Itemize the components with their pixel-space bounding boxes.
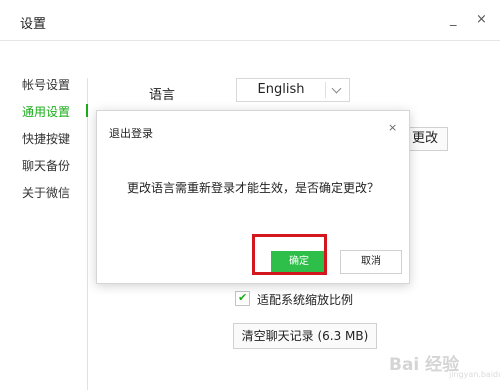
active-indicator [86,104,88,117]
scale-checkbox-label: 适配系统缩放比例 [257,293,354,307]
window-title: 设置 [20,17,47,32]
chevron-down-icon [331,83,342,94]
close-button[interactable]: × [476,12,487,27]
dialog-title: 退出登录 [109,127,153,140]
clear-history-button[interactable]: 清空聊天记录 (6.3 MB) [233,323,377,349]
cancel-button[interactable]: 取消 [340,250,402,274]
settings-window: 设置 _ × 帐号设置 通用设置 快捷按键 聊天备份 关于微信 语言 Engli… [0,0,500,390]
sidebar-item-general[interactable]: 通用设置 [22,103,70,120]
checkmark-icon: ✔ [238,291,248,304]
sidebar-item-account[interactable]: 帐号设置 [22,76,70,93]
language-value: English [257,82,305,97]
logout-dialog: 退出登录 × 更改语言需重新登录才能生效，是否确定更改？ 确定 取消 [96,110,410,284]
watermark-logo: Bai 经验 jingyan.baidu.com [387,344,500,384]
language-select[interactable]: English [236,78,350,102]
sidebar-item-shortcuts[interactable]: 快捷按键 [22,130,70,147]
dialog-close-icon[interactable]: × [388,121,397,134]
title-bar: 设置 _ × [0,0,500,41]
sidebar: 帐号设置 通用设置 快捷按键 聊天备份 关于微信 [0,40,88,390]
language-label: 语言 [149,88,176,103]
minimize-button[interactable]: _ [450,12,457,27]
watermark-subtext: jingyan.baidu.com [449,370,500,379]
sidebar-item-about[interactable]: 关于微信 [22,184,70,201]
select-divider [325,82,326,98]
sidebar-item-backup[interactable]: 聊天备份 [22,157,70,174]
confirm-button[interactable]: 确定 [271,251,327,273]
sidebar-divider [87,78,88,390]
dialog-message: 更改语言需重新登录才能生效，是否确定更改？ [126,181,379,195]
